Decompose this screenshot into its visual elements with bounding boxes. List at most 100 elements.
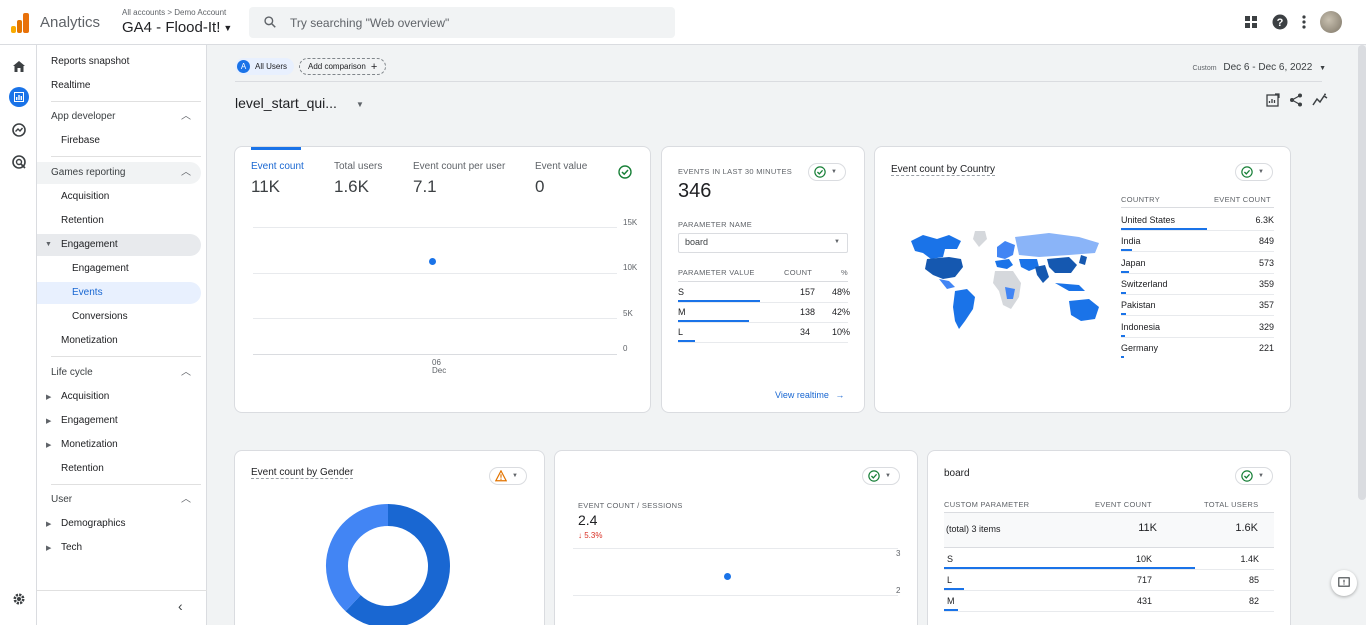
world-map[interactable] [909,229,1109,339]
search-icon [264,16,276,28]
gender-card-title[interactable]: Event count by Gender [251,467,354,479]
settings-gear-icon[interactable] [9,589,29,609]
page-scrollbar[interactable] [1358,45,1366,500]
board-row-label[interactable]: S [947,554,953,564]
kpi-label-event-value[interactable]: Event value [535,161,587,172]
gridline [573,595,898,596]
sidebar-item-retention[interactable]: Retention [61,215,104,226]
feedback-button[interactable] [1331,570,1357,596]
row-divider [944,569,1274,570]
sidebar-item-conversions[interactable]: Conversions [72,311,128,322]
sidebar-item-realtime[interactable]: Realtime [51,80,90,91]
board-row-users: 85 [1248,575,1259,585]
status-dropdown[interactable]: ▼ [808,163,846,181]
sidebar-item-reports-snapshot[interactable]: Reports snapshot [51,56,129,67]
param-row-label[interactable]: M [678,307,686,317]
sidebar-item-lc-monetization[interactable]: Monetization [61,439,118,450]
country-card-title[interactable]: Event count by Country [891,164,995,176]
sidebar-item-acquisition[interactable]: Acquisition [61,191,109,202]
custom-label: Custom [1192,65,1217,72]
sidebar-item-monetization[interactable]: Monetization [61,335,118,346]
expand-triangle-icon: ▶ [46,394,52,401]
kpi-label-total-users[interactable]: Total users [334,161,382,172]
home-icon[interactable] [9,56,29,76]
check-circle-icon [814,166,826,178]
kpi-value-total-users: 1.6K [334,177,369,196]
sidebar-section-life-cycle[interactable]: Life cycle ︿ [51,362,199,384]
analytics-logo[interactable] [11,13,29,33]
sidebar-divider [51,156,201,157]
sidebar-item-lc-engagement[interactable]: Engagement [61,415,118,426]
header-divider [1121,207,1274,208]
property-selector[interactable]: GA4 - Flood-It! ▼ [122,19,232,36]
apps-grid-icon[interactable] [1244,15,1258,29]
sidebar-item-lc-acquisition[interactable]: Acquisition [61,391,109,402]
donut-chart[interactable] [325,503,451,625]
title-prefix: Event count by [891,164,958,175]
status-dropdown[interactable]: ▼ [1235,467,1273,485]
title-prefix: Event count by [251,467,318,478]
sidebar-item-events[interactable] [37,282,201,304]
realtime-card: EVENTS IN LAST 30 MINUTES 346 ▼ PARAMETE… [661,146,865,413]
account-avatar[interactable] [1320,11,1342,33]
country-row-label[interactable]: India [1121,236,1141,246]
kpi-label-per-user[interactable]: Event count per user [413,161,505,172]
search-bar[interactable]: Try searching "Web overview" [249,7,675,38]
warning-dropdown[interactable]: ▼ [489,467,527,485]
status-dropdown[interactable]: ▼ [1235,163,1273,181]
date-range-picker[interactable]: Custom Dec 6 - Dec 6, 2022 ▼ [1192,62,1326,73]
param-row-label[interactable]: L [678,327,683,337]
gridline [253,273,617,274]
country-row-label[interactable]: Germany [1121,343,1158,353]
main-content: A All Users Add comparison + Custom Dec … [208,45,1358,625]
col-count: COUNT [784,268,813,277]
sidebar-item-tech[interactable]: Tech [61,542,82,553]
sidebar-section-user[interactable]: User ︿ [51,489,199,511]
breadcrumb[interactable]: All accounts > Demo Account [122,8,226,17]
advertising-icon[interactable] [9,152,29,172]
country-row-label[interactable]: Pakistan [1121,300,1156,310]
gridline [253,318,617,319]
caret-down-icon: ▼ [1258,473,1264,479]
gridline [573,548,898,549]
explore-icon[interactable] [9,120,29,140]
board-row-label[interactable]: M [947,596,955,606]
sidebar-section-games-reporting[interactable]: Games reporting ︿ [37,162,201,184]
all-users-chip[interactable]: A All Users [235,58,295,75]
report-sidebar: Reports snapshot Realtime App developer … [37,45,207,625]
sidebar-item-demographics[interactable]: Demographics [61,518,125,529]
help-icon[interactable]: ? [1272,14,1288,30]
left-rail [0,45,37,625]
data-point[interactable] [724,573,731,581]
board-row-label[interactable]: L [947,575,952,585]
board-card-title: board [944,468,970,479]
row-divider [1121,272,1274,274]
check-circle-icon[interactable] [618,165,632,179]
sessions-value: 2.4 [578,512,598,528]
param-row-pct: 10% [832,327,851,337]
country-row-label[interactable]: Indonesia [1121,322,1160,332]
sidebar-item-firebase[interactable]: Firebase [61,135,100,146]
insights-icon[interactable] [1312,93,1328,107]
status-dropdown[interactable]: ▼ [862,467,900,485]
sidebar-item-lc-retention[interactable]: Retention [61,463,104,474]
sidebar-item-engagement-sub[interactable]: Engagement [72,263,129,274]
country-row-label[interactable]: Japan [1121,258,1146,268]
data-point[interactable] [429,257,436,265]
reports-icon[interactable] [9,87,29,107]
donut-slice[interactable] [326,504,389,612]
country-row-label[interactable]: United States [1121,215,1175,225]
country-row-label[interactable]: Switzerland [1121,279,1168,289]
sidebar-section-app-developer[interactable]: App developer ︿ [51,106,199,128]
param-row-label[interactable]: S [678,287,684,297]
customize-report-icon[interactable] [1266,93,1280,107]
page-title: level_start_qui... [235,95,337,111]
share-icon[interactable] [1289,93,1303,107]
add-comparison-button[interactable]: Add comparison + [299,58,387,75]
collapse-sidebar-chevron-icon[interactable]: ‹ [178,598,183,614]
param-select[interactable]: board ▼ [678,233,848,253]
more-vert-icon[interactable] [1302,15,1306,29]
title-caret-down-icon[interactable]: ▼ [356,100,364,109]
view-realtime-link[interactable]: View realtime → [775,390,844,400]
kpi-label-event-count[interactable]: Event count [251,161,304,172]
